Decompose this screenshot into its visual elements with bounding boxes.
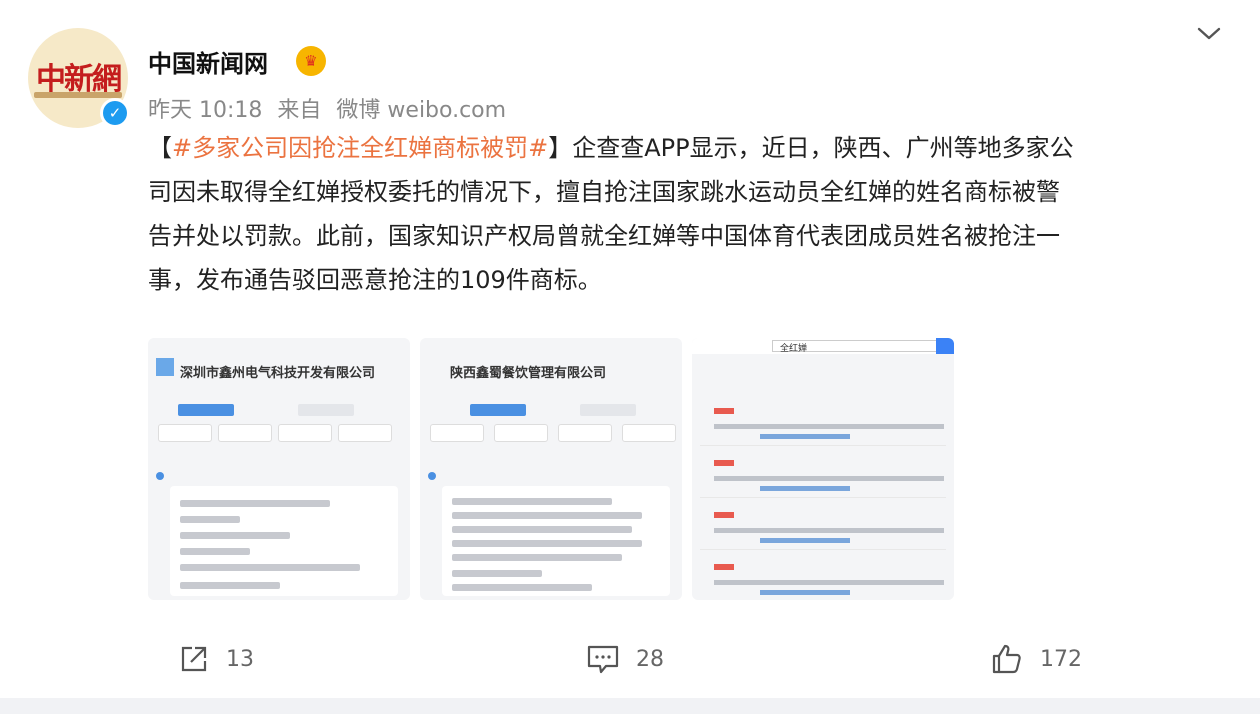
action-bar: 13 28 172 [0,636,1260,682]
feed-separator [0,698,1260,714]
comment-icon [587,645,619,674]
company-logo-icon [156,358,174,376]
thumbs-up-icon [992,644,1021,674]
content-line-3: 告并处以罚款。此前，国家知识产权局曾就全红婵等中国体育代表团成员姓名被抢注一 [148,222,1060,250]
content-line-1: 【#多家公司因抢注全红婵商标被罚#】企查查APP显示，近日，陕西、广州等地多家公 [148,126,1228,170]
post-image-2[interactable]: 陕西鑫蜀餐饮管理有限公司 [420,338,682,600]
like-button[interactable]: 172 [990,636,1082,682]
post-source-prefix: 来自 [277,98,322,123]
share-button[interactable]: 13 [178,636,254,682]
post-image-1[interactable]: 深圳市鑫州电气科技开发有限公司 [148,338,410,600]
content-line-1-rest: 】企查查APP显示，近日，陕西、广州等地多家公 [548,134,1074,162]
image-1-title: 深圳市鑫州电气科技开发有限公司 [180,366,376,381]
hashtag-link[interactable]: #多家公司因抢注全红婵商标被罚# [172,134,548,162]
verified-badge-icon: ✓ [100,98,130,128]
vip-crown-icon[interactable]: ♛ [296,46,326,76]
comment-button[interactable]: 28 [586,636,664,682]
post-meta: 昨天 10:18 来自 微博 weibo.com [148,92,514,124]
content-line-4: 事，发布通告驳回恶意抢注的109件商标。 [148,266,602,294]
content-line-2: 司因未取得全红婵授权委托的情况下，擅自抢注国家跳水运动员全红婵的姓名商标被警 [148,178,1060,206]
post-source: 微博 weibo.com [336,98,507,123]
image-3-title: 全红婵 [780,344,808,354]
post-content: 【#多家公司因抢注全红婵商标被罚#】企查查APP显示，近日，陕西、广州等地多家公… [148,126,1228,302]
comment-count: 28 [636,646,664,672]
post-time[interactable]: 昨天 10:18 [148,98,262,123]
chevron-down-icon[interactable] [1196,22,1222,44]
share-icon [181,646,207,672]
like-count: 172 [1040,646,1082,672]
image-2-title: 陕西鑫蜀餐饮管理有限公司 [450,366,607,381]
share-count: 13 [226,646,254,672]
post-image-3[interactable]: 全红婵 [692,338,954,600]
avatar-subtitle-bar [34,92,122,98]
content-bracket-open: 【 [148,134,172,162]
username[interactable]: 中国新闻网 [148,44,268,79]
search-icon [936,338,954,354]
